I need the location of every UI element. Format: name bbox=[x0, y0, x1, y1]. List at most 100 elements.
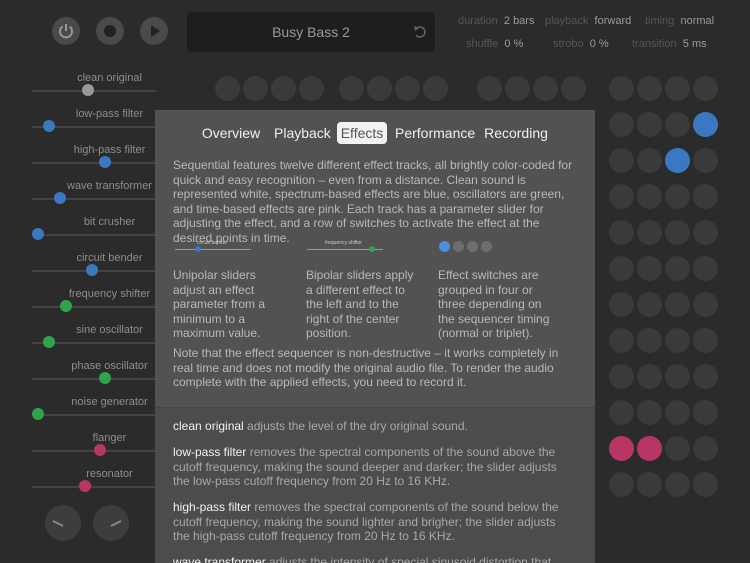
slider-track[interactable] bbox=[32, 306, 156, 308]
undo-icon[interactable] bbox=[412, 23, 426, 39]
slider-knob[interactable] bbox=[32, 228, 44, 240]
rotary-knob[interactable] bbox=[45, 505, 81, 541]
effect-switch[interactable] bbox=[609, 112, 634, 137]
effect-switch[interactable] bbox=[665, 220, 690, 245]
effect-switch[interactable] bbox=[637, 364, 662, 389]
effect-switch[interactable] bbox=[665, 472, 690, 497]
effect-switch[interactable] bbox=[395, 76, 420, 101]
slider-track[interactable] bbox=[32, 378, 156, 380]
effect-switch[interactable] bbox=[637, 112, 662, 137]
effect-switch[interactable] bbox=[533, 76, 558, 101]
effect-switch[interactable] bbox=[609, 220, 634, 245]
effect-switch[interactable] bbox=[637, 148, 662, 173]
effect-switch[interactable] bbox=[637, 292, 662, 317]
effect-switch[interactable] bbox=[609, 148, 634, 173]
effect-switch[interactable] bbox=[609, 364, 634, 389]
effect-switch[interactable] bbox=[693, 256, 718, 281]
slider-track[interactable] bbox=[32, 90, 156, 92]
power-button[interactable] bbox=[52, 17, 80, 45]
effect-switch[interactable] bbox=[665, 364, 690, 389]
effect-switch[interactable] bbox=[665, 112, 690, 137]
effect-switch[interactable] bbox=[693, 112, 718, 137]
entry-high-pass-filter: high-pass filter removes the spectral co… bbox=[173, 500, 573, 544]
transition-setting[interactable]: transition 5 ms bbox=[632, 38, 707, 50]
slider-knob[interactable] bbox=[82, 84, 95, 96]
effect-switch[interactable] bbox=[505, 76, 530, 101]
slider-track[interactable] bbox=[32, 234, 156, 236]
effect-switch[interactable] bbox=[665, 184, 690, 209]
effect-switch[interactable] bbox=[271, 76, 296, 101]
effect-switch[interactable] bbox=[637, 328, 662, 353]
effect-switch[interactable] bbox=[243, 76, 268, 101]
slider-knob[interactable] bbox=[32, 408, 44, 420]
effect-switch[interactable] bbox=[609, 472, 634, 497]
slider-knob[interactable] bbox=[54, 192, 67, 204]
effect-switch[interactable] bbox=[637, 436, 662, 461]
slider-knob[interactable] bbox=[85, 264, 98, 276]
slider-knob[interactable] bbox=[93, 444, 106, 456]
timing-setting[interactable]: timing normal bbox=[645, 15, 714, 27]
slider-knob[interactable] bbox=[99, 156, 112, 168]
effect-switch[interactable] bbox=[299, 76, 324, 101]
slider-track[interactable] bbox=[32, 414, 156, 416]
effect-switch[interactable] bbox=[367, 76, 392, 101]
effect-switch[interactable] bbox=[637, 400, 662, 425]
effect-switch[interactable] bbox=[339, 76, 364, 101]
effect-switch[interactable] bbox=[637, 76, 662, 101]
preset-title-box[interactable]: Busy Bass 2 bbox=[187, 12, 435, 52]
effect-switch[interactable] bbox=[665, 400, 690, 425]
slider-track[interactable] bbox=[32, 486, 156, 488]
effect-switch[interactable] bbox=[693, 364, 718, 389]
effect-switch[interactable] bbox=[665, 292, 690, 317]
effect-switch[interactable] bbox=[477, 76, 502, 101]
effect-switch[interactable] bbox=[693, 148, 718, 173]
effect-switch[interactable] bbox=[609, 400, 634, 425]
effect-switch[interactable] bbox=[693, 292, 718, 317]
effect-switch[interactable] bbox=[637, 256, 662, 281]
effect-switch[interactable] bbox=[665, 328, 690, 353]
strobo-setting[interactable]: strobo 0 % bbox=[553, 38, 609, 50]
effect-switch[interactable] bbox=[561, 76, 586, 101]
effect-switch[interactable] bbox=[665, 436, 690, 461]
tab-performance[interactable]: Performance bbox=[395, 122, 475, 144]
slider-knob[interactable] bbox=[79, 480, 92, 492]
effect-switch[interactable] bbox=[637, 472, 662, 497]
effect-switch[interactable] bbox=[609, 292, 634, 317]
playback-setting[interactable]: playback forward bbox=[545, 15, 631, 27]
tab-recording[interactable]: Recording bbox=[483, 122, 549, 144]
effect-switch[interactable] bbox=[637, 220, 662, 245]
effect-switch[interactable] bbox=[693, 184, 718, 209]
effect-switch[interactable] bbox=[665, 148, 690, 173]
slider-track[interactable] bbox=[32, 198, 156, 200]
effect-switch[interactable] bbox=[693, 472, 718, 497]
effect-switch[interactable] bbox=[693, 436, 718, 461]
effect-switch[interactable] bbox=[665, 256, 690, 281]
effect-switch[interactable] bbox=[609, 436, 634, 461]
effect-switch[interactable] bbox=[609, 76, 634, 101]
slider-knob[interactable] bbox=[99, 372, 112, 384]
slider-track[interactable] bbox=[32, 162, 156, 164]
effect-switch[interactable] bbox=[693, 220, 718, 245]
effect-switch[interactable] bbox=[215, 76, 240, 101]
effect-switch[interactable] bbox=[423, 76, 448, 101]
effect-switch[interactable] bbox=[609, 328, 634, 353]
rotary-knob[interactable] bbox=[93, 505, 129, 541]
slider-knob[interactable] bbox=[43, 336, 56, 348]
duration-value: 2 bars bbox=[503, 15, 535, 27]
duration-setting[interactable]: duration 2 bars bbox=[458, 15, 534, 27]
effect-switch[interactable] bbox=[693, 328, 718, 353]
play-button[interactable] bbox=[140, 17, 168, 45]
tab-playback[interactable]: Playback bbox=[274, 122, 331, 144]
tab-overview[interactable]: Overview bbox=[199, 122, 263, 144]
slider-knob[interactable] bbox=[60, 300, 72, 312]
shuffle-setting[interactable]: shuffle 0 % bbox=[466, 38, 523, 50]
effect-switch[interactable] bbox=[609, 256, 634, 281]
effect-switch[interactable] bbox=[637, 184, 662, 209]
effect-switch[interactable] bbox=[609, 184, 634, 209]
tab-effects[interactable]: Effects bbox=[337, 122, 387, 144]
slider-knob[interactable] bbox=[43, 120, 56, 132]
effect-switch[interactable] bbox=[693, 400, 718, 425]
record-button[interactable] bbox=[96, 17, 124, 45]
effect-switch[interactable] bbox=[665, 76, 690, 101]
effect-switch[interactable] bbox=[693, 76, 718, 101]
